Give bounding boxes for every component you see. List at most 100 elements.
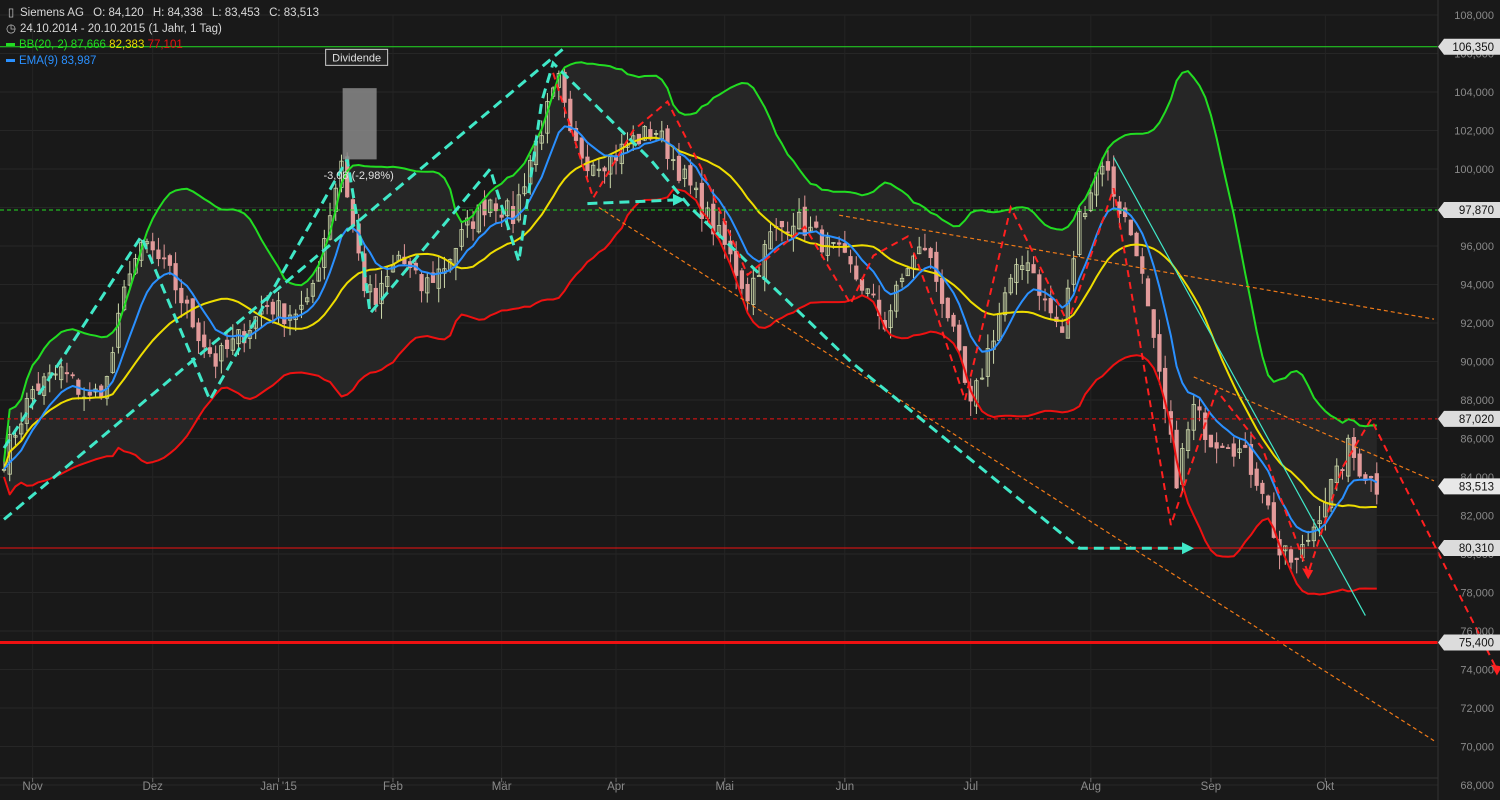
- candle-body: [87, 391, 92, 396]
- candle-body: [36, 383, 41, 391]
- candle-body: [1231, 443, 1236, 457]
- price-chart[interactable]: Dividende -3,08 (-2,98%) 68,000 70,000 72,0…: [0, 0, 1500, 800]
- candle-body: [499, 214, 504, 218]
- candle-body: [470, 221, 476, 229]
- candle-body: [156, 249, 161, 260]
- y-tick-label: 70,000: [1460, 742, 1494, 754]
- candle-body: [1031, 264, 1036, 274]
- y-axis: 68,00070,00072,00074,00076,00078,00080,0…: [1437, 0, 1500, 800]
- candle-body: [1254, 468, 1259, 486]
- bb-mid-value: 82,383: [109, 39, 145, 51]
- annotations: Dividende -3,08 (-2,98%): [323, 48, 394, 182]
- x-tick-label: Dez: [142, 781, 163, 793]
- candle-body: [1374, 473, 1379, 495]
- level-label: 80,310: [1459, 543, 1494, 555]
- candle-body: [837, 242, 842, 245]
- candle-body: [282, 303, 287, 325]
- bb-lower-value: 77,101: [147, 39, 183, 51]
- candle-body: [1128, 219, 1133, 236]
- candle-body: [1294, 557, 1299, 561]
- clock-icon: ◷: [6, 23, 17, 35]
- candle-body: [854, 265, 859, 280]
- candle-body: [1037, 274, 1042, 296]
- x-tick-label: Nov: [22, 781, 43, 793]
- date-range: 24.10.2014 - 20.10.2015 (1 Jahr, 1 Tag): [20, 23, 222, 35]
- dividend-label: Dividende: [332, 52, 381, 64]
- level-label: 75,400: [1459, 638, 1494, 650]
- bb-swatch: [6, 43, 15, 47]
- candle-body: [224, 339, 230, 350]
- candle-body: [1357, 453, 1362, 477]
- dividend-marker: [342, 88, 377, 160]
- candle-body: [482, 199, 487, 216]
- candle-body: [945, 297, 950, 319]
- candle-body: [602, 167, 607, 172]
- band-fill-area: [4, 62, 1377, 595]
- candle-body: [1060, 326, 1065, 333]
- candle-body: [939, 277, 945, 304]
- candle-body: [1260, 482, 1265, 494]
- x-tick-label: Mai: [715, 781, 734, 793]
- y-tick-label: 104,000: [1454, 87, 1494, 99]
- level-label: 106,350: [1452, 42, 1494, 54]
- candle-body: [819, 229, 825, 253]
- y-tick-label: 108,000: [1454, 10, 1494, 22]
- bollinger-band-fill: [4, 62, 1377, 595]
- y-tick-label: 94,000: [1460, 280, 1494, 292]
- legend-symbol-row: ▯ Siemens AG O: 84,120 H: 84,338 L: 83,45…: [6, 5, 319, 21]
- candle-body: [1288, 549, 1294, 563]
- candle-body: [802, 206, 807, 236]
- candle-body: [1340, 469, 1345, 471]
- candle-body: [1105, 161, 1111, 171]
- candle-body: [934, 251, 939, 282]
- candle-body: [676, 155, 682, 181]
- candle-body: [1220, 445, 1225, 448]
- legend-range-row: ◷ 24.10.2014 - 20.10.2015 (1 Jahr, 1 Tag): [6, 21, 319, 37]
- y-tick-label: 68,000: [1460, 780, 1494, 792]
- cyan-arrow-head: [1182, 542, 1195, 555]
- bb-label: BB(20, 2): [19, 39, 68, 51]
- legend-ema-row[interactable]: EMA(9) 83,987: [6, 53, 319, 69]
- y-tick-label: 78,000: [1460, 588, 1494, 600]
- candle-body: [184, 299, 190, 304]
- candle-body: [779, 220, 785, 228]
- candle-body: [213, 353, 218, 367]
- x-tick-label: Okt: [1316, 781, 1335, 793]
- bb-upper-value: 87,666: [70, 39, 106, 51]
- candle-body: [167, 255, 172, 266]
- x-tick-label: Feb: [383, 781, 403, 793]
- x-tick-label: Jan '15: [260, 781, 297, 793]
- y-tick-label: 90,000: [1460, 357, 1494, 369]
- candle-body: [179, 287, 184, 304]
- x-tick-label: Apr: [607, 781, 625, 793]
- candle-body: [1145, 278, 1151, 307]
- candle-body: [64, 372, 70, 375]
- candle-body: [1243, 444, 1248, 448]
- level-label: 87,020: [1459, 414, 1494, 426]
- y-tick-label: 102,000: [1454, 126, 1494, 138]
- symbol-name: Siemens AG: [20, 7, 84, 19]
- candle-body: [1225, 447, 1231, 449]
- candle-body: [734, 250, 739, 276]
- x-tick-label: Sep: [1201, 781, 1221, 793]
- y-tick-label: 82,000: [1460, 511, 1494, 523]
- candle-body: [190, 298, 195, 328]
- candle-body: [270, 301, 275, 315]
- candle-body: [1368, 476, 1374, 479]
- y-tick-label: 96,000: [1460, 241, 1494, 253]
- candle-body: [1151, 309, 1156, 338]
- candle-body: [722, 220, 727, 245]
- candle-body: [859, 278, 865, 291]
- candle-body: [419, 274, 424, 292]
- candle-body: [1042, 298, 1048, 301]
- candle-body: [202, 334, 207, 348]
- x-tick-label: Jun: [836, 781, 855, 793]
- candle-body: [951, 314, 956, 327]
- candle-body: [745, 283, 750, 302]
- legend-bb-row[interactable]: BB(20, 2) 87,666 82,383 77,101: [6, 37, 319, 53]
- candle-body: [814, 221, 819, 228]
- y-tick-label: 88,000: [1460, 395, 1494, 407]
- y-tick-label: 72,000: [1460, 703, 1494, 715]
- candle-body: [265, 305, 270, 307]
- candle-body: [510, 206, 516, 224]
